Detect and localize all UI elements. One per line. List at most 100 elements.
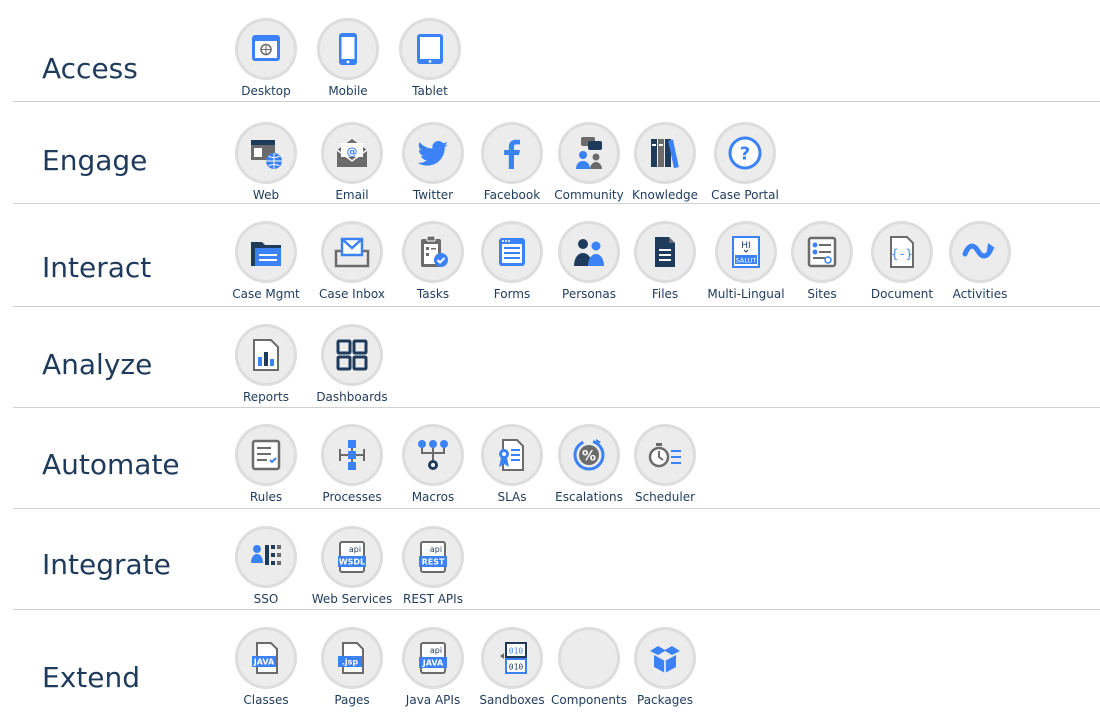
personas-icon bbox=[558, 221, 620, 283]
item-document[interactable]: {-} Document bbox=[857, 221, 947, 301]
svg-text:JAVA: JAVA bbox=[253, 658, 275, 667]
case-portal-icon: ? bbox=[714, 122, 776, 184]
item-desktop[interactable]: Desktop bbox=[221, 18, 311, 98]
code-icon bbox=[558, 627, 620, 689]
clipboard-check-icon bbox=[402, 221, 464, 283]
item-label: Scheduler bbox=[634, 490, 696, 504]
item-label: Twitter bbox=[412, 188, 454, 202]
item-processes[interactable]: Processes bbox=[307, 424, 397, 504]
desktop-icon bbox=[235, 18, 297, 80]
java-api-icon: api JAVA bbox=[402, 627, 464, 689]
item-label: Case Inbox bbox=[318, 287, 386, 301]
folder-icon bbox=[235, 221, 297, 283]
item-label: Rules bbox=[249, 490, 283, 504]
item-sites[interactable]: Sites bbox=[777, 221, 867, 301]
item-activities[interactable]: Activities bbox=[935, 221, 1025, 301]
item-label: Web Services bbox=[311, 592, 393, 606]
svg-text:HI: HI bbox=[741, 241, 750, 251]
item-rules[interactable]: Rules bbox=[221, 424, 311, 504]
row-divider bbox=[13, 407, 1100, 408]
item-knowledge[interactable]: Knowledge bbox=[620, 122, 710, 202]
item-case-inbox[interactable]: Case Inbox bbox=[307, 221, 397, 301]
svg-text:api: api bbox=[349, 545, 361, 554]
item-label: Email bbox=[335, 188, 369, 202]
item-label: Reports bbox=[242, 390, 290, 404]
item-files[interactable]: Files bbox=[620, 221, 710, 301]
category-label: Automate bbox=[42, 448, 180, 481]
item-case-mgmt[interactable]: Case Mgmt bbox=[221, 221, 311, 301]
item-web-services[interactable]: api WSDL Web Services bbox=[307, 526, 397, 606]
item-classes[interactable]: JAVA Classes bbox=[221, 627, 311, 707]
svg-text:?: ? bbox=[740, 144, 750, 165]
inbox-icon bbox=[321, 221, 383, 283]
sla-icon bbox=[481, 424, 543, 486]
wsdl-icon: api WSDL bbox=[321, 526, 383, 588]
row-divider bbox=[13, 203, 1100, 204]
document-icon: {-} bbox=[871, 221, 933, 283]
item-label: Tasks bbox=[416, 287, 450, 301]
category-label: Access bbox=[42, 52, 138, 85]
package-icon bbox=[634, 627, 696, 689]
item-label: Tablet bbox=[412, 84, 448, 98]
item-tasks[interactable]: Tasks bbox=[388, 221, 478, 301]
item-dashboards[interactable]: Dashboards bbox=[307, 324, 397, 404]
report-icon bbox=[235, 324, 297, 386]
item-email[interactable]: @ Email bbox=[307, 122, 397, 202]
item-label: Web bbox=[252, 188, 280, 202]
category-label: Integrate bbox=[42, 548, 171, 581]
knowledge-icon bbox=[634, 122, 696, 184]
svg-text:%: % bbox=[582, 449, 596, 465]
category-label: Interact bbox=[42, 251, 152, 284]
process-icon bbox=[321, 424, 383, 486]
item-label: Mobile bbox=[328, 84, 368, 98]
svg-text:api: api bbox=[430, 545, 442, 554]
svg-text:010: 010 bbox=[509, 663, 524, 672]
multi-lingual-icon: HI SALUT bbox=[715, 221, 777, 283]
svg-text:@: @ bbox=[347, 145, 358, 158]
item-case-portal[interactable]: ? Case Portal bbox=[700, 122, 790, 202]
item-twitter[interactable]: Twitter bbox=[388, 122, 478, 202]
rules-icon bbox=[235, 424, 297, 486]
twitter-icon bbox=[402, 122, 464, 184]
file-icon bbox=[634, 221, 696, 283]
item-label: REST APIs bbox=[403, 592, 463, 606]
item-java-apis[interactable]: api JAVA Java APIs bbox=[388, 627, 478, 707]
item-label: Case Portal bbox=[711, 188, 779, 202]
item-label: SSO bbox=[253, 592, 279, 606]
item-reports[interactable]: Reports bbox=[221, 324, 311, 404]
item-label: Knowledge bbox=[632, 188, 698, 202]
item-label: Files bbox=[651, 287, 679, 301]
row-divider bbox=[13, 101, 1100, 102]
category-label: Extend bbox=[42, 661, 140, 694]
item-label: Macros bbox=[411, 490, 455, 504]
activities-icon bbox=[949, 221, 1011, 283]
category-label: Analyze bbox=[42, 348, 153, 381]
item-label: Case Mgmt bbox=[232, 287, 300, 301]
item-web[interactable]: Web bbox=[221, 122, 311, 202]
item-rest-apis[interactable]: api REST REST APIs bbox=[388, 526, 478, 606]
escalation-icon: % bbox=[558, 424, 620, 486]
item-scheduler[interactable]: Scheduler bbox=[620, 424, 710, 504]
community-icon bbox=[558, 122, 620, 184]
item-macros[interactable]: Macros bbox=[388, 424, 478, 504]
svg-text:WSDL: WSDL bbox=[339, 558, 365, 567]
item-packages[interactable]: Packages bbox=[620, 627, 710, 707]
rest-icon: api REST bbox=[402, 526, 464, 588]
tablet-icon bbox=[399, 18, 461, 80]
java-file-icon: JAVA bbox=[235, 627, 297, 689]
sso-icon bbox=[235, 526, 297, 588]
facebook-icon bbox=[481, 122, 543, 184]
sites-icon bbox=[791, 221, 853, 283]
svg-text:api: api bbox=[430, 646, 442, 655]
item-label: Processes bbox=[322, 490, 382, 504]
jsp-file-icon: .jsp bbox=[321, 627, 383, 689]
row-divider bbox=[13, 508, 1100, 509]
mobile-icon bbox=[317, 18, 379, 80]
item-mobile[interactable]: Mobile bbox=[303, 18, 393, 98]
svg-text:REST: REST bbox=[422, 558, 445, 567]
item-tablet[interactable]: Tablet bbox=[385, 18, 475, 98]
item-sso[interactable]: SSO bbox=[221, 526, 311, 606]
item-label: Activities bbox=[952, 287, 1008, 301]
item-pages[interactable]: .jsp Pages bbox=[307, 627, 397, 707]
item-label: Desktop bbox=[241, 84, 291, 98]
